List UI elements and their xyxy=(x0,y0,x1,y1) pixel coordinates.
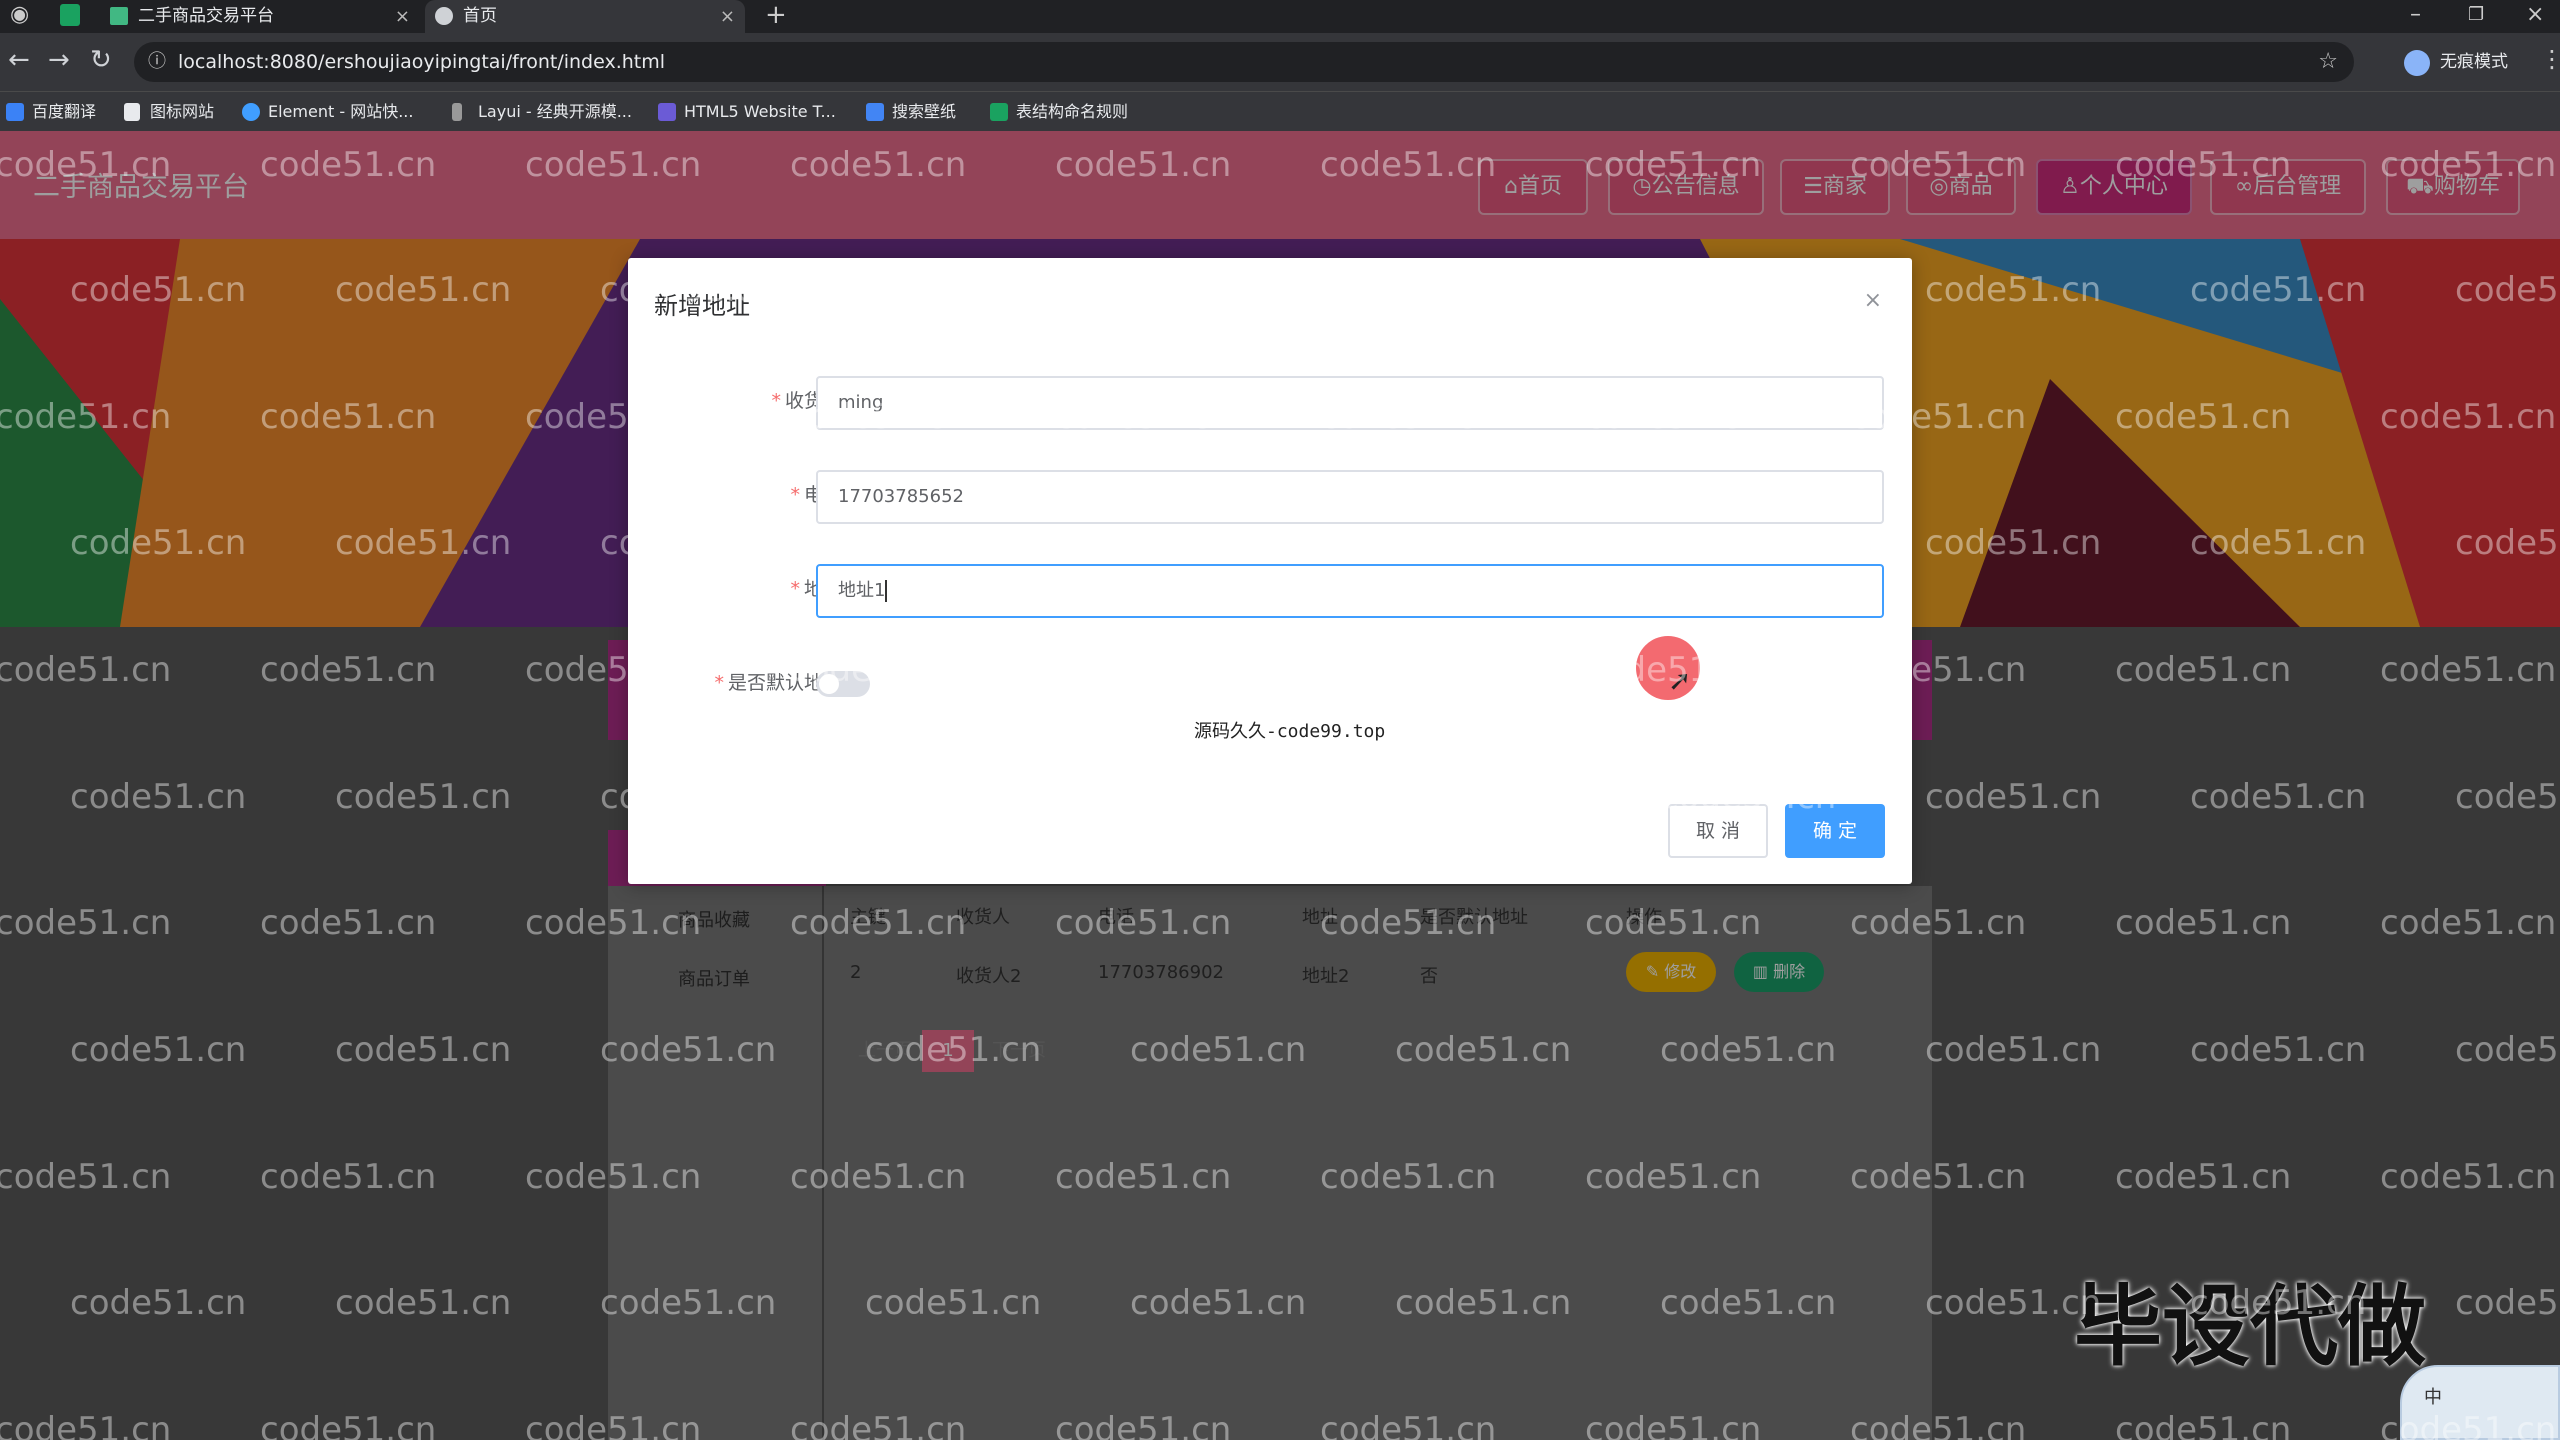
tab-title: 二手商品交易平台 xyxy=(138,6,274,26)
tab-title: 首页 xyxy=(463,6,497,26)
vue-icon xyxy=(110,7,128,25)
close-icon[interactable]: × xyxy=(720,0,735,33)
bookmark-label: Layui - 经典开源模... xyxy=(478,102,632,121)
bookmark-item[interactable]: 搜索壁纸 xyxy=(866,92,956,132)
dialog-title: 新增地址 xyxy=(654,292,750,320)
bookmark-label: Element - 网站快... xyxy=(268,102,414,121)
info-icon[interactable]: ⓘ xyxy=(148,42,166,82)
source-note: 源码久久-code99.top xyxy=(1194,721,1386,742)
browser-tab-1[interactable]: 二手商品交易平台 × xyxy=(100,0,420,33)
address-input[interactable]: 地址1 xyxy=(816,564,1884,618)
html5-icon xyxy=(658,103,676,121)
more-menu-icon[interactable]: ⋮ xyxy=(2540,45,2560,73)
bookmark-label: 百度翻译 xyxy=(32,102,97,121)
bookmark-item[interactable]: HTML5 Website T... xyxy=(658,92,836,132)
back-icon[interactable]: ← xyxy=(8,45,30,75)
incognito-indicator[interactable]: 无痕模式 xyxy=(2404,42,2508,82)
ime-widget[interactable]: 中 xyxy=(2400,1365,2560,1440)
incognito-icon xyxy=(2404,50,2430,76)
required-mark: * xyxy=(714,672,724,694)
address-bar: ← → ↻ ⓘ localhost:8080/ershoujiaoyipingt… xyxy=(0,33,2560,91)
minimize-icon[interactable]: – xyxy=(2410,0,2421,30)
switch-knob xyxy=(819,674,839,694)
add-address-dialog: 新增地址 × *收货人 ming *电话 17703785652 *地址 地址1… xyxy=(628,258,1912,884)
bookmarks-bar: 百度翻译 图标网站 Element - 网站快... Layui - 经典开源模… xyxy=(0,91,2560,131)
required-mark: * xyxy=(790,484,800,506)
bookmark-item[interactable]: Layui - 经典开源模... xyxy=(452,92,632,132)
app-icon[interactable] xyxy=(60,4,80,26)
bookmark-label: 表结构命名规则 xyxy=(1016,102,1129,121)
window-close-icon[interactable]: × xyxy=(2526,0,2544,30)
close-icon[interactable]: × xyxy=(395,0,410,33)
translate-icon xyxy=(6,103,24,121)
address-value: 地址1 xyxy=(838,580,886,601)
text-caret xyxy=(885,580,888,602)
browser-tab-bar: ◉ 二手商品交易平台 × 首页 × + – ❐ × xyxy=(0,0,2560,33)
globe-icon xyxy=(435,7,453,25)
browser-tab-2[interactable]: 首页 × xyxy=(425,0,745,33)
overlay-caption: 毕设代做 xyxy=(2074,1275,2427,1378)
forward-icon[interactable]: → xyxy=(48,45,70,75)
bookmark-item[interactable]: 百度翻译 xyxy=(6,92,96,132)
wallpaper-icon xyxy=(866,103,884,121)
chrome-menu-icon[interactable]: ◉ xyxy=(10,0,29,30)
url-text: localhost:8080/ershoujiaoyipingtai/front… xyxy=(178,51,666,73)
bookmark-label: HTML5 Website T... xyxy=(684,102,836,121)
layui-icon xyxy=(452,103,462,121)
phone-input[interactable]: 17703785652 xyxy=(816,470,1884,524)
mouse-cursor-icon: ➚ xyxy=(1668,664,1692,697)
bookmark-label: 搜索壁纸 xyxy=(892,102,957,121)
required-mark: * xyxy=(771,390,781,412)
close-icon[interactable]: × xyxy=(1864,288,1882,313)
ime-label: 中 xyxy=(2424,1387,2442,1408)
reload-icon[interactable]: ↻ xyxy=(90,45,112,75)
required-mark: * xyxy=(790,578,800,600)
bookmark-item[interactable]: 图标网站 xyxy=(124,92,214,132)
confirm-button[interactable]: 确 定 xyxy=(1785,804,1885,858)
bookmark-item[interactable]: 表结构命名规则 xyxy=(990,92,1128,132)
sheet-icon xyxy=(990,103,1008,121)
new-tab-button[interactable]: + xyxy=(765,0,787,30)
url-input[interactable]: ⓘ localhost:8080/ershoujiaoyipingtai/fro… xyxy=(134,42,2354,82)
bookmark-label: 图标网站 xyxy=(150,102,215,121)
default-address-switch[interactable] xyxy=(816,671,870,697)
restore-icon[interactable]: ❐ xyxy=(2468,0,2484,30)
bookmark-item[interactable]: Element - 网站快... xyxy=(242,92,413,132)
bookmark-star-icon[interactable]: ☆ xyxy=(2318,42,2338,82)
incognito-label: 无痕模式 xyxy=(2440,52,2508,72)
receiver-input[interactable]: ming xyxy=(816,376,1884,430)
flag-icon xyxy=(124,103,140,121)
cancel-button[interactable]: 取 消 xyxy=(1668,804,1768,858)
element-icon xyxy=(242,103,260,121)
